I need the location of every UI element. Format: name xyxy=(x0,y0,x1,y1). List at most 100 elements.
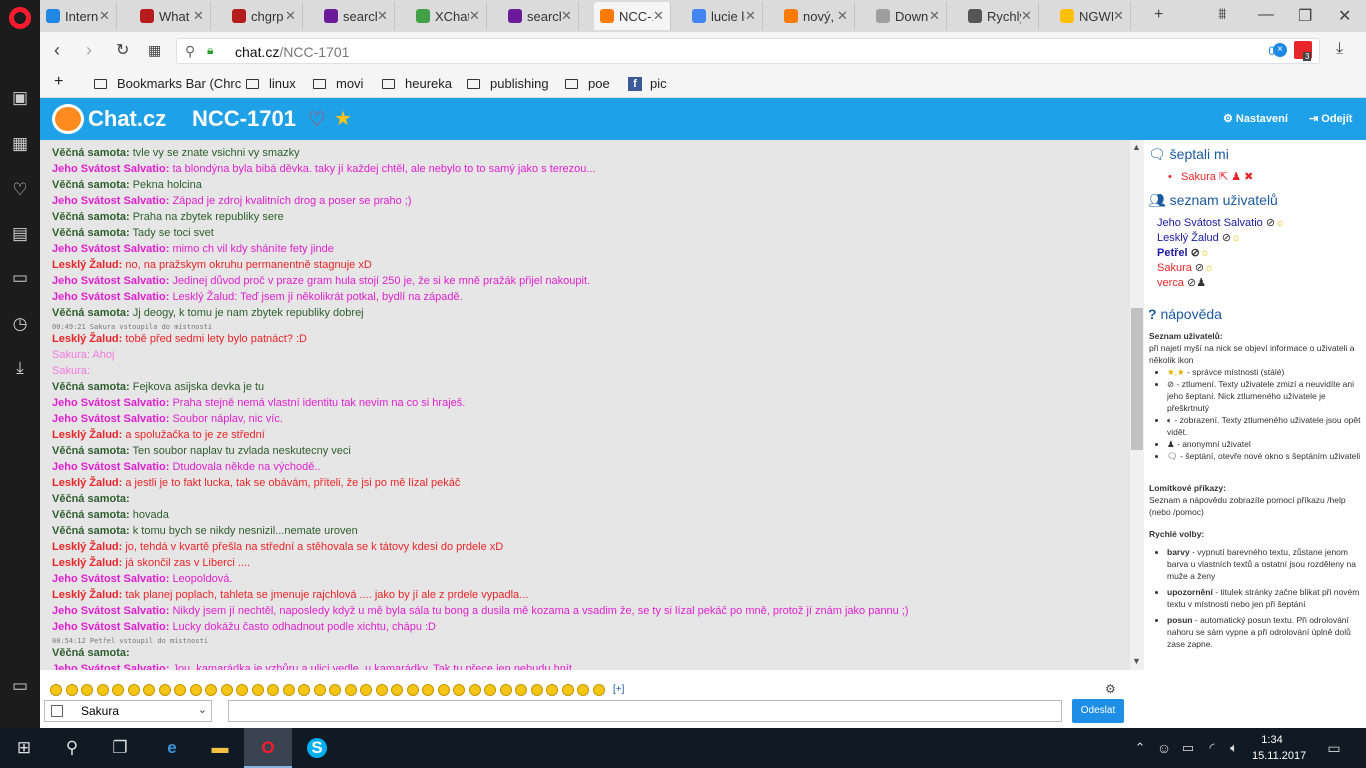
mute-icon[interactable]: ⊘ xyxy=(1219,232,1231,244)
system-clock[interactable]: 1:34 15.11.2017 xyxy=(1252,732,1306,764)
message-nick[interactable]: Věčná samota: xyxy=(52,381,130,393)
message-nick[interactable]: Sakura: xyxy=(52,349,90,361)
smiley-icon[interactable] xyxy=(251,684,264,696)
message-nick[interactable]: Jeho Svátost Salvatio: xyxy=(52,275,169,287)
mute-icon[interactable]: ⊘ xyxy=(1188,247,1200,259)
close-tab-icon[interactable]: ✕ xyxy=(561,8,575,24)
close-tab-icon[interactable]: ✕ xyxy=(193,8,207,24)
speed-dial-icon[interactable]: ▦ xyxy=(10,134,30,154)
wifi-icon[interactable]: ◜ xyxy=(1202,738,1222,758)
more-smileys-link[interactable]: [+] xyxy=(613,684,624,695)
user-name[interactable]: verca xyxy=(1157,277,1184,289)
browser-tab[interactable]: Interna✕ xyxy=(40,2,117,30)
brand-name[interactable]: Chat.cz xyxy=(88,106,166,132)
browser-tab[interactable]: nový, n✕ xyxy=(778,2,855,30)
opera-logo-icon[interactable] xyxy=(9,7,31,29)
browser-tab[interactable]: Rychlý✕ xyxy=(962,2,1039,30)
smiley-icon[interactable] xyxy=(313,684,326,696)
news-icon[interactable]: ▤ xyxy=(10,224,30,244)
message-nick[interactable]: Jeho Svátost Salvatio: xyxy=(52,461,169,473)
nick-select[interactable]: Sakura ⌄ xyxy=(44,700,212,722)
smiley-icon[interactable] xyxy=(391,684,403,696)
close-tab-icon[interactable]: ✕ xyxy=(285,8,299,24)
smiley-icon[interactable] xyxy=(499,684,512,696)
smiley-icon[interactable] xyxy=(453,684,465,696)
browser-tab[interactable]: XChat.o✕ xyxy=(410,2,487,30)
users-icon[interactable]: ♟ xyxy=(1231,171,1241,183)
browser-tab[interactable]: search✕ xyxy=(318,2,395,30)
browser-tab[interactable]: lucie le✕ xyxy=(686,2,763,30)
message-nick[interactable]: Lesklý Žalud: xyxy=(52,589,122,601)
close-tab-icon[interactable]: ✕ xyxy=(653,8,667,24)
user-name[interactable]: Jeho Svátost Salvatio xyxy=(1157,217,1263,229)
sidebar-toggle-icon[interactable]: ▭ xyxy=(10,676,30,696)
close-tab-icon[interactable]: ✕ xyxy=(1113,8,1127,24)
message-nick[interactable]: Věčná samota: xyxy=(52,493,130,505)
adblock-icon[interactable]: × xyxy=(1273,43,1287,57)
smiley-icon[interactable] xyxy=(127,684,140,696)
whisper-checkbox[interactable] xyxy=(51,705,63,717)
message-nick[interactable]: Jeho Svátost Salvatio: xyxy=(52,663,169,670)
add-bookmark-icon[interactable]: + xyxy=(54,73,63,91)
message-nick[interactable]: Jeho Svátost Salvatio: xyxy=(52,195,169,207)
message-nick[interactable]: Lesklý Žalud: xyxy=(52,333,122,345)
smiley-icon[interactable] xyxy=(220,684,233,696)
user-name[interactable]: Sakura xyxy=(1157,262,1192,274)
browser-tab[interactable]: search✕ xyxy=(502,2,579,30)
smiley-icon[interactable] xyxy=(592,684,605,696)
message-nick[interactable]: Věčná samota: xyxy=(52,307,130,319)
forward-icon[interactable]: › xyxy=(86,40,92,61)
smiley-icon[interactable] xyxy=(298,684,310,696)
smiley-icon[interactable] xyxy=(360,684,372,696)
battery-icon[interactable]: ▭ xyxy=(1178,738,1198,758)
user-name[interactable]: Petřel xyxy=(1157,247,1188,259)
smiley-icon[interactable] xyxy=(189,684,202,696)
url-input[interactable]: ⚲ 🔒︎ chat.cz/NCC-1701 0 × ♡ xyxy=(176,38,1320,64)
browser-tab[interactable]: NGWIN✕ xyxy=(1054,2,1131,30)
close-tab-icon[interactable]: ✕ xyxy=(745,8,759,24)
close-tab-icon[interactable]: ✕ xyxy=(1021,8,1035,24)
message-nick[interactable]: Věčná samota: xyxy=(52,147,130,159)
smiley-icon[interactable] xyxy=(344,684,357,696)
message-nick[interactable]: Lesklý Žalud: xyxy=(52,259,122,271)
close-icon[interactable]: ✖ xyxy=(1244,171,1253,183)
windows-start-icon[interactable]: ⊞ xyxy=(14,738,34,758)
logout-link[interactable]: ⇥ Odejít xyxy=(1309,112,1352,125)
smiley-icon[interactable] xyxy=(143,684,155,696)
browser-tab[interactable]: NCC-1✕ xyxy=(594,2,671,30)
message-nick[interactable]: Jeho Svátost Salvatio: xyxy=(52,243,169,255)
new-tab-icon[interactable]: + xyxy=(1154,6,1163,24)
tab-menu-icon[interactable]: ⩩ xyxy=(1218,6,1227,24)
message-nick[interactable]: Jeho Svátost Salvatio: xyxy=(52,605,169,617)
smiley-icon[interactable] xyxy=(437,684,450,696)
chat-logo-icon[interactable] xyxy=(52,104,84,134)
smiley-icon[interactable] xyxy=(282,684,295,696)
message-nick[interactable]: Jeho Svátost Salvatio: xyxy=(52,413,169,425)
message-nick[interactable]: Lesklý Žalud: xyxy=(52,541,122,553)
smiley-icon[interactable] xyxy=(205,684,217,696)
task-view-icon[interactable]: ❐ xyxy=(110,738,130,758)
mute-icon[interactable]: ⊘ xyxy=(1192,262,1204,274)
close-tab-icon[interactable]: ✕ xyxy=(469,8,483,24)
smiley-icon[interactable] xyxy=(158,684,171,696)
smiley-icon[interactable] xyxy=(515,684,527,696)
chat-scrollbar[interactable]: ▲ ▼ xyxy=(1130,140,1144,670)
message-nick[interactable]: Věčná samota: xyxy=(52,179,130,191)
bookmark-item[interactable]: movi xyxy=(313,76,363,91)
tray-app-icon[interactable]: ☺ xyxy=(1154,738,1174,758)
browser-tab[interactable]: Downl ✕ xyxy=(870,2,947,30)
bookmark-item[interactable]: Bookmarks Bar (Chrc xyxy=(94,76,241,91)
speed-dial-button-icon[interactable]: ▦ xyxy=(148,42,161,59)
smiley-icon[interactable] xyxy=(96,684,109,696)
smiley-icon[interactable] xyxy=(530,684,543,696)
message-nick[interactable]: Věčná samota: xyxy=(52,211,130,223)
close-tab-icon[interactable]: ✕ xyxy=(377,8,391,24)
smiley-icon[interactable] xyxy=(422,684,434,696)
download-icon[interactable]: ⤓ xyxy=(10,358,30,378)
user-item[interactable]: verca ⊘♟ xyxy=(1157,276,1206,289)
message-input[interactable] xyxy=(228,700,1062,722)
bookmark-item[interactable]: publishing xyxy=(467,76,549,91)
user-item[interactable]: Sakura ⊘☼ xyxy=(1157,261,1214,274)
smiley-icon[interactable] xyxy=(561,684,574,696)
opera-app[interactable]: O xyxy=(244,728,292,768)
